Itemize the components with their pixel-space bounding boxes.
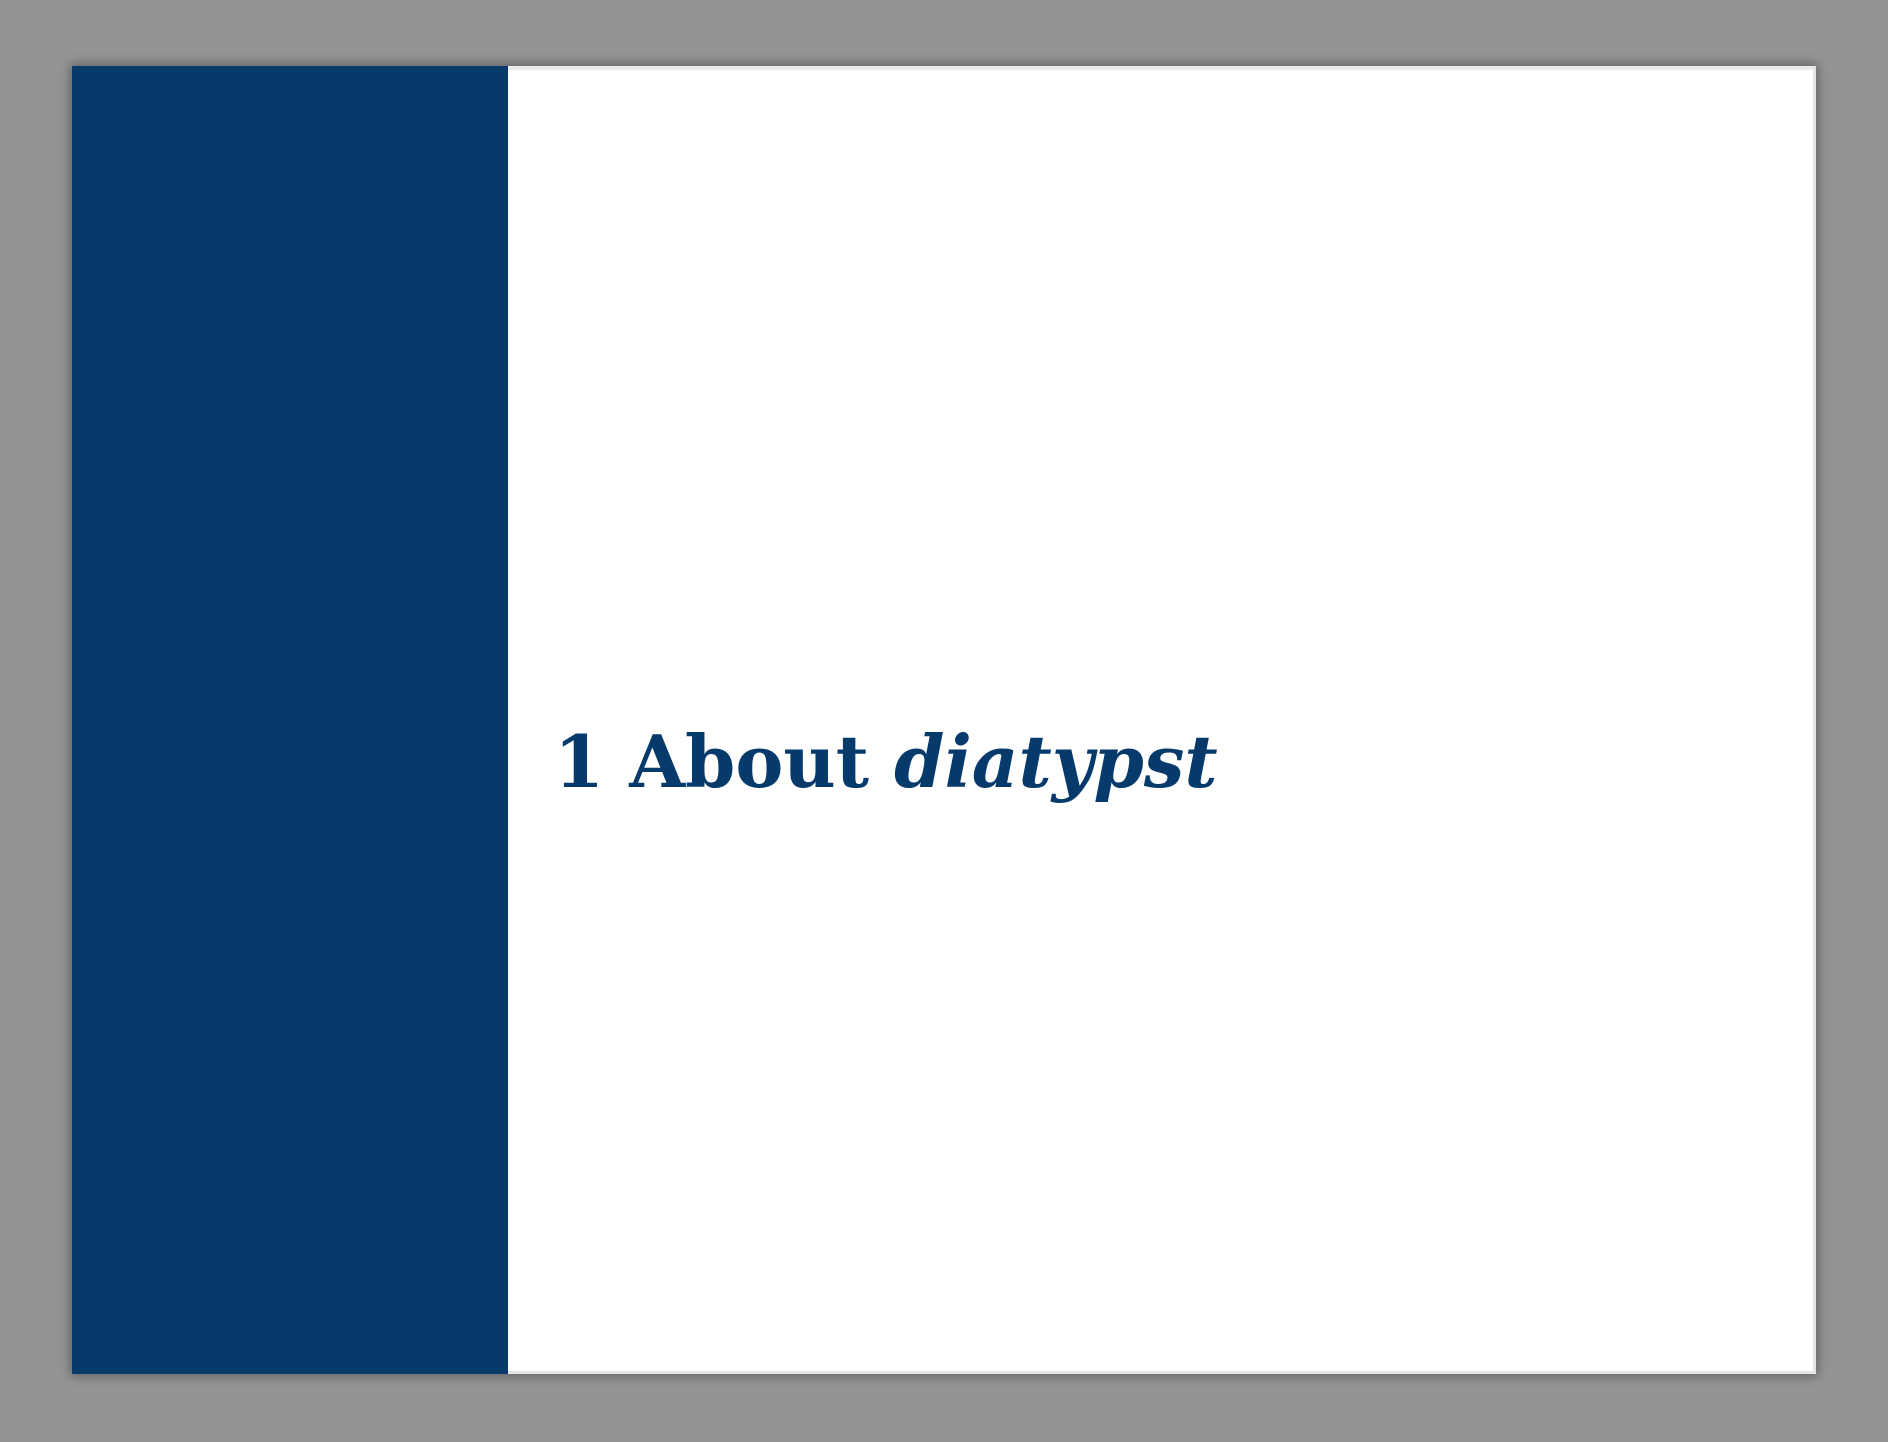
page-top-edge [508,66,1816,70]
chapter-title-plain: About [629,719,870,804]
accent-side-band [72,66,508,1374]
document-viewer: 1 About diatypst [0,0,1888,1442]
chapter-number: 1 [554,719,605,804]
page-right-edge [1813,66,1816,1374]
page-bottom-edge [508,1371,1816,1374]
slide-page: 1 About diatypst [72,66,1816,1374]
chapter-heading: 1 About diatypst [554,726,1218,798]
chapter-title-emphasis: diatypst [894,719,1218,804]
